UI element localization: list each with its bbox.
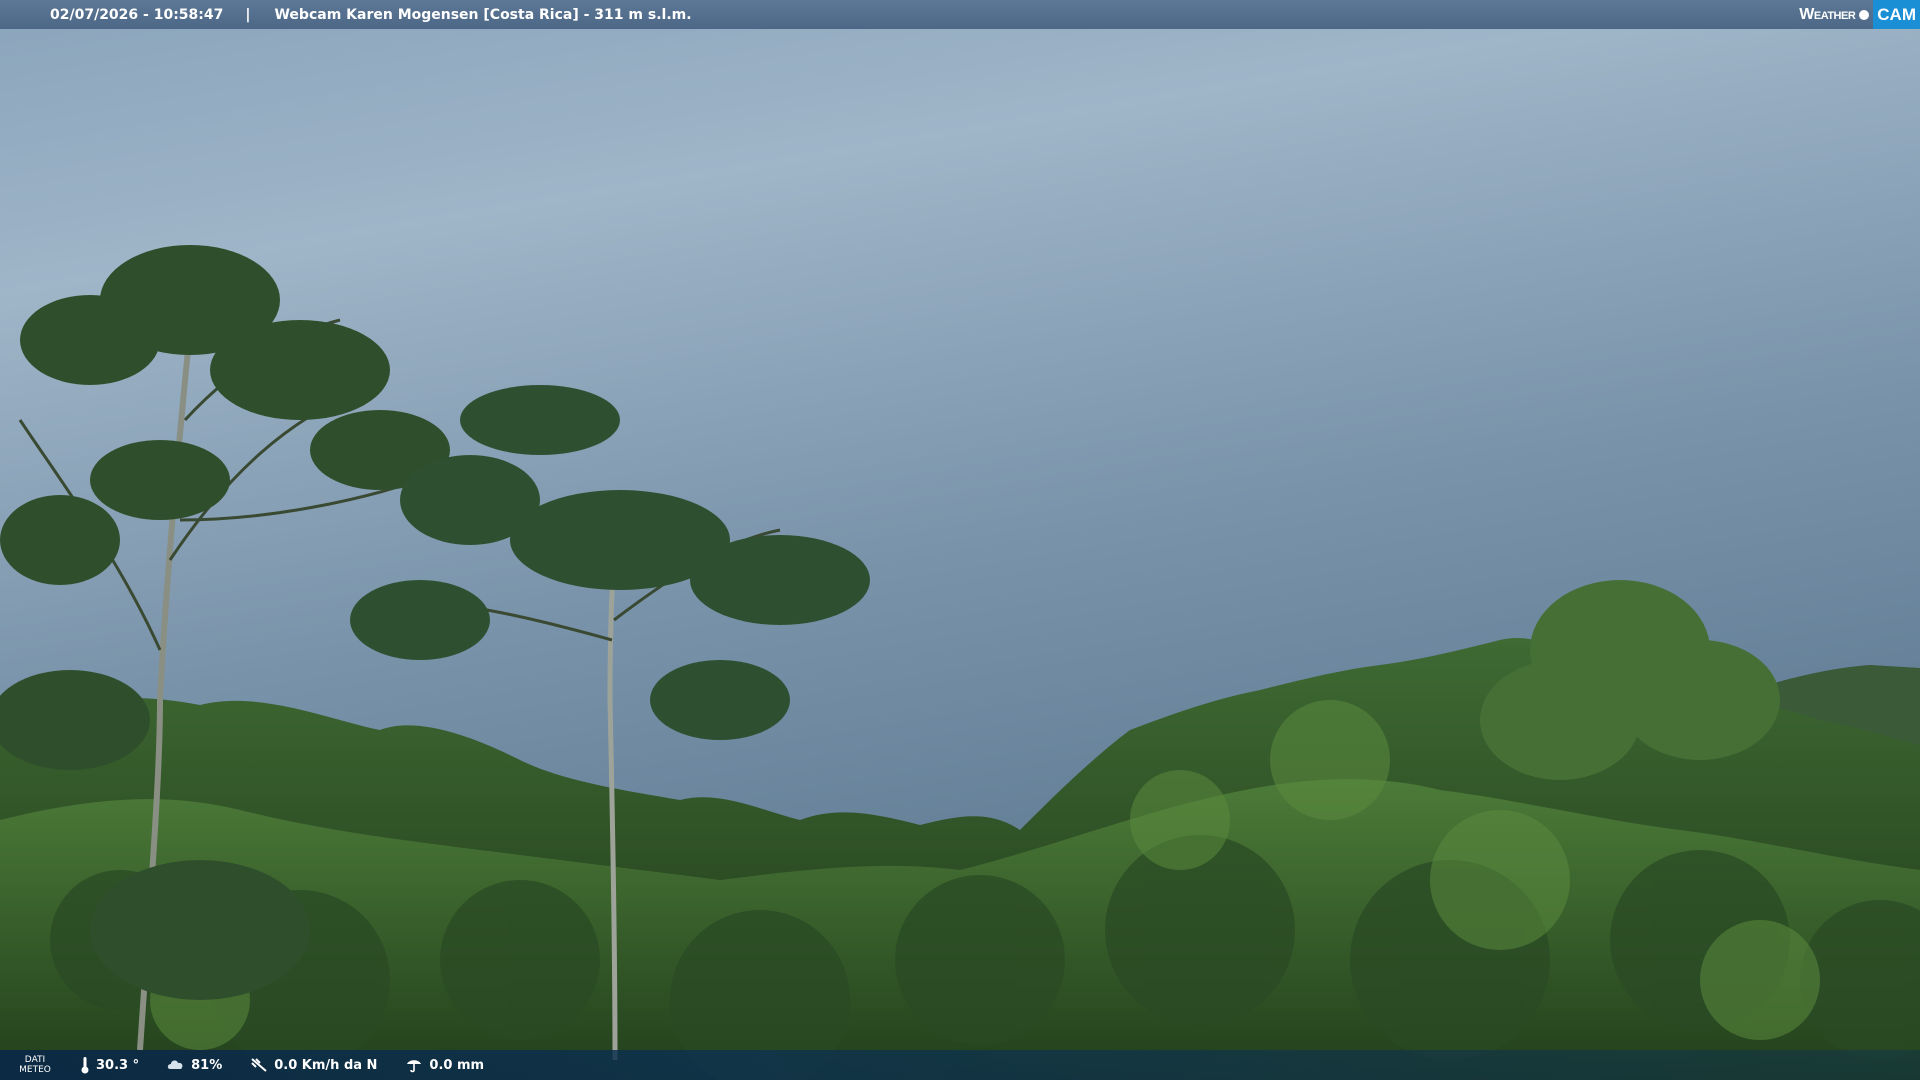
temperature-value: 30.3 °: [96, 1057, 140, 1073]
dati-label-line1: DATI: [24, 1055, 46, 1065]
rain-icon: [407, 1060, 422, 1073]
webcam-title: Webcam Karen Mogensen [Costa Rica] - 311…: [274, 6, 692, 23]
logo-dot-icon: [1859, 9, 1870, 20]
rain-stat: 0.0 mm: [405, 1057, 484, 1073]
dati-label-line2: METEO: [19, 1065, 51, 1075]
weathercam-logo[interactable]: Weather CAM: [1791, 0, 1920, 29]
wind-value: 0.0 Km/h da N: [274, 1057, 378, 1073]
logo-text-weather: Weather: [1799, 5, 1856, 23]
header-separator: |: [245, 6, 251, 23]
temperature-stat: 30.3 °: [80, 1056, 139, 1074]
humidity-stat: 81%: [167, 1057, 222, 1073]
dati-meteo-label: DATI METEO: [0, 1055, 70, 1075]
logo-text-cam: CAM: [1873, 0, 1920, 29]
rain-value: 0.0 mm: [429, 1057, 485, 1073]
datetime: 02/07/2026 - 10:58:47: [50, 6, 224, 23]
header-bar: 02/07/2026 - 10:58:47 | Webcam Karen Mog…: [0, 0, 1920, 29]
wind-icon: [251, 1058, 267, 1072]
thermometer-icon: [81, 1057, 89, 1074]
humidity-icon: [167, 1060, 183, 1069]
humidity-value: 81%: [191, 1057, 223, 1073]
webcam-image: [0, 0, 1920, 1080]
wind-stat: 0.0 Km/h da N: [250, 1057, 377, 1073]
weather-data-bar: DATI METEO 30.3 ° 81% 0.0 Km/h da N 0.0 …: [0, 1050, 1920, 1080]
